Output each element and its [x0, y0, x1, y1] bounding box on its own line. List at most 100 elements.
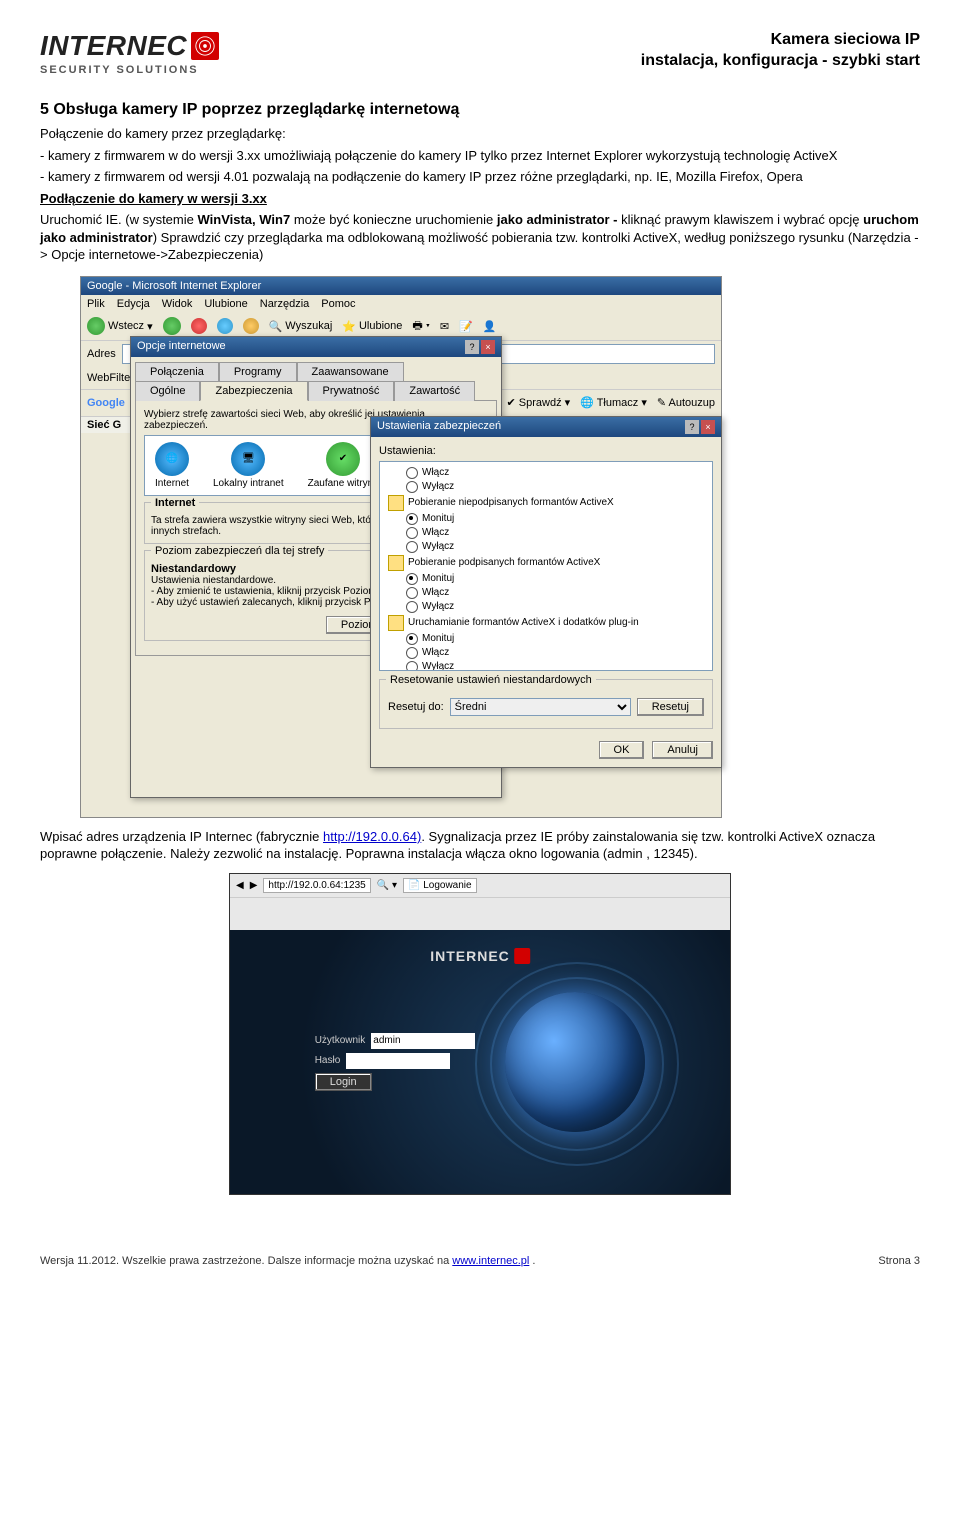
setting-option[interactable]: Włącz	[388, 466, 704, 480]
footer-link[interactable]: www.internec.pl	[452, 1255, 529, 1267]
tab[interactable]: Ogólne	[135, 381, 200, 401]
page-footer: Wersja 11.2012. Wszelkie prawa zastrzeżo…	[40, 1255, 920, 1267]
setting-option[interactable]: Włącz	[388, 646, 704, 660]
tab[interactable]: Zawartość	[394, 381, 475, 401]
login-body: INTERNEC Użytkownik Hasło Login	[230, 930, 730, 1194]
msn-icon[interactable]: 👤	[483, 320, 497, 333]
setting-group: Pobieranie niepodpisanych formantów Acti…	[388, 494, 704, 512]
tab-security[interactable]: Zabezpieczenia	[200, 381, 307, 401]
menu-item[interactable]: Pomoc	[321, 298, 355, 310]
setting-option[interactable]: Wyłącz	[388, 540, 704, 554]
setting-option[interactable]: Włącz	[388, 586, 704, 600]
setting-option[interactable]: Wyłącz	[388, 600, 704, 614]
screenshot-login: ◀ ▶ http://192.0.0.64:1235 🔍 ▾ 📄 Logowan…	[229, 873, 731, 1195]
doc-title-line2: instalacja, konfiguracja - szybki start	[641, 51, 920, 72]
ie-titlebar: Google - Microsoft Internet Explorer	[81, 277, 721, 295]
menu-item[interactable]: Widok	[162, 298, 193, 310]
addr-label: Adres	[87, 348, 116, 360]
setting-group: Uruchamianie formantów ActiveX i dodatkó…	[388, 614, 704, 632]
level-legend: Poziom zabezpieczeń dla tej strefy	[151, 545, 328, 557]
factory-ip-link[interactable]: http://192.0.0.64)	[323, 829, 421, 844]
login-button[interactable]: Login	[315, 1073, 372, 1091]
security-settings-dialog: Ustawienia zabezpieczeń ?× Ustawienia: W…	[370, 416, 722, 768]
zone-title: Internet	[151, 497, 199, 509]
doc-title: Kamera sieciowa IP instalacja, konfigura…	[641, 30, 920, 72]
cancel-button[interactable]: Anuluj	[652, 741, 713, 759]
reset-select[interactable]: Średni	[450, 698, 631, 716]
close-icon[interactable]: ×	[701, 420, 715, 434]
reset-legend: Resetowanie ustawień niestandardowych	[386, 674, 596, 686]
reset-button[interactable]: Resetuj	[637, 698, 704, 716]
settings-tree[interactable]: WłączWyłączPobieranie niepodpisanych for…	[379, 461, 713, 671]
browser-chrome: ◀ ▶ http://192.0.0.64:1235 🔍 ▾ 📄 Logowan…	[230, 874, 730, 931]
stop-icon[interactable]	[191, 318, 207, 334]
google-btn[interactable]: 🌐 Tłumacz ▾	[580, 396, 647, 409]
google-btn[interactable]: ✔ Sprawdź ▾	[506, 396, 570, 409]
google-btn[interactable]: ✎ Autouzup	[657, 396, 715, 409]
setting-option[interactable]: Monituj	[388, 572, 704, 586]
fwd-icon[interactable]: ▶	[250, 880, 258, 891]
brand-badge-icon	[514, 948, 530, 964]
back-button[interactable]: Wstecz ▾	[87, 317, 153, 335]
ie-menubar[interactable]: Plik Edycja Widok Ulubione Narzędzia Pom…	[81, 295, 721, 313]
dialog-footer: OK Anuluj	[379, 735, 713, 759]
edit-icon[interactable]: 📝	[459, 320, 473, 333]
url-field[interactable]: http://192.0.0.64:1235	[263, 878, 370, 893]
tab-label[interactable]: 📄 Logowanie	[403, 878, 477, 893]
search-button[interactable]: 🔍 Wyszukaj	[269, 320, 333, 333]
tab[interactable]: Prywatność	[308, 381, 395, 401]
menu-item[interactable]: Edycja	[117, 298, 150, 310]
settings-label: Ustawienia:	[379, 445, 713, 457]
para: Wpisać adres urządzenia IP Internec (fab…	[40, 828, 920, 863]
menu-item[interactable]: Plik	[87, 298, 105, 310]
brand-name: INTERNEC	[40, 30, 187, 62]
section-heading: 5 Obsługa kamery IP poprzez przeglądarkę…	[40, 101, 920, 119]
page-header: INTERNEC SECURITY SOLUTIONS Kamera sieci…	[40, 30, 920, 76]
home-icon[interactable]	[243, 318, 259, 334]
menu-item[interactable]: Narzędzia	[260, 298, 310, 310]
login-brand: INTERNEC	[430, 948, 530, 964]
globe-graphic	[505, 992, 645, 1132]
dialog-titlebar: Ustawienia zabezpieczeń ?×	[371, 417, 721, 437]
help-icon[interactable]: ?	[685, 420, 699, 434]
mail-icon[interactable]: ✉	[440, 320, 449, 333]
help-icon: ?	[465, 340, 479, 354]
para: - kamery z firmwarem w do wersji 3.xx um…	[40, 147, 920, 165]
para: - kamery z firmwarem od wersji 4.01 pozw…	[40, 168, 920, 186]
reset-label: Resetuj do:	[388, 701, 444, 713]
zone-intranet[interactable]: 🖥Lokalny intranet	[213, 442, 284, 489]
sub-heading: Podłączenie do kamery w wersji 3.xx	[40, 190, 920, 208]
setting-option[interactable]: Włącz	[388, 526, 704, 540]
setting-option[interactable]: Monituj	[388, 632, 704, 646]
tab[interactable]: Zaawansowane	[297, 362, 404, 381]
close-icon[interactable]: ×	[481, 340, 495, 354]
setting-option[interactable]: Wyłącz	[388, 480, 704, 494]
dialog-title: Ustawienia zabezpieczeń	[377, 420, 501, 434]
zone-trusted[interactable]: ✔Zaufane witryny	[308, 442, 379, 489]
ok-button[interactable]: OK	[599, 741, 645, 759]
setting-group: Pobieranie podpisanych formantów ActiveX	[388, 554, 704, 572]
doc-title-line1: Kamera sieciowa IP	[641, 30, 920, 51]
forward-icon[interactable]	[163, 317, 181, 335]
tabs-row2: Ogólne Zabezpieczenia Prywatność Zawarto…	[131, 380, 501, 400]
user-label: Użytkownik	[315, 1035, 366, 1046]
setting-option[interactable]: Monituj	[388, 512, 704, 526]
para: Uruchomić IE. (w systemie WinVista, Win7…	[40, 211, 920, 264]
brand-badge-icon	[191, 32, 219, 60]
pass-label: Hasło	[315, 1055, 341, 1066]
media-icon[interactable]: 🖶 ▾	[412, 317, 430, 336]
dialog-title: Opcje internetowe	[137, 340, 226, 354]
tab[interactable]: Programy	[219, 362, 297, 381]
favorites-button[interactable]: ⭐ Ulubione	[342, 320, 402, 333]
zone-internet[interactable]: 🌐Internet	[155, 442, 189, 489]
para: Połączenie do kamery przez przeglądarkę:	[40, 125, 920, 143]
menu-item[interactable]: Ulubione	[204, 298, 247, 310]
refresh-icon[interactable]	[217, 318, 233, 334]
tab[interactable]: Połączenia	[135, 362, 219, 381]
password-input[interactable]	[346, 1053, 450, 1069]
username-input[interactable]	[371, 1033, 475, 1049]
setting-option[interactable]: Wyłącz	[388, 660, 704, 671]
login-form: Użytkownik Hasło Login	[315, 1029, 476, 1095]
back-icon[interactable]: ◀	[236, 880, 244, 891]
webfilter-label: WebFilter	[87, 372, 134, 384]
